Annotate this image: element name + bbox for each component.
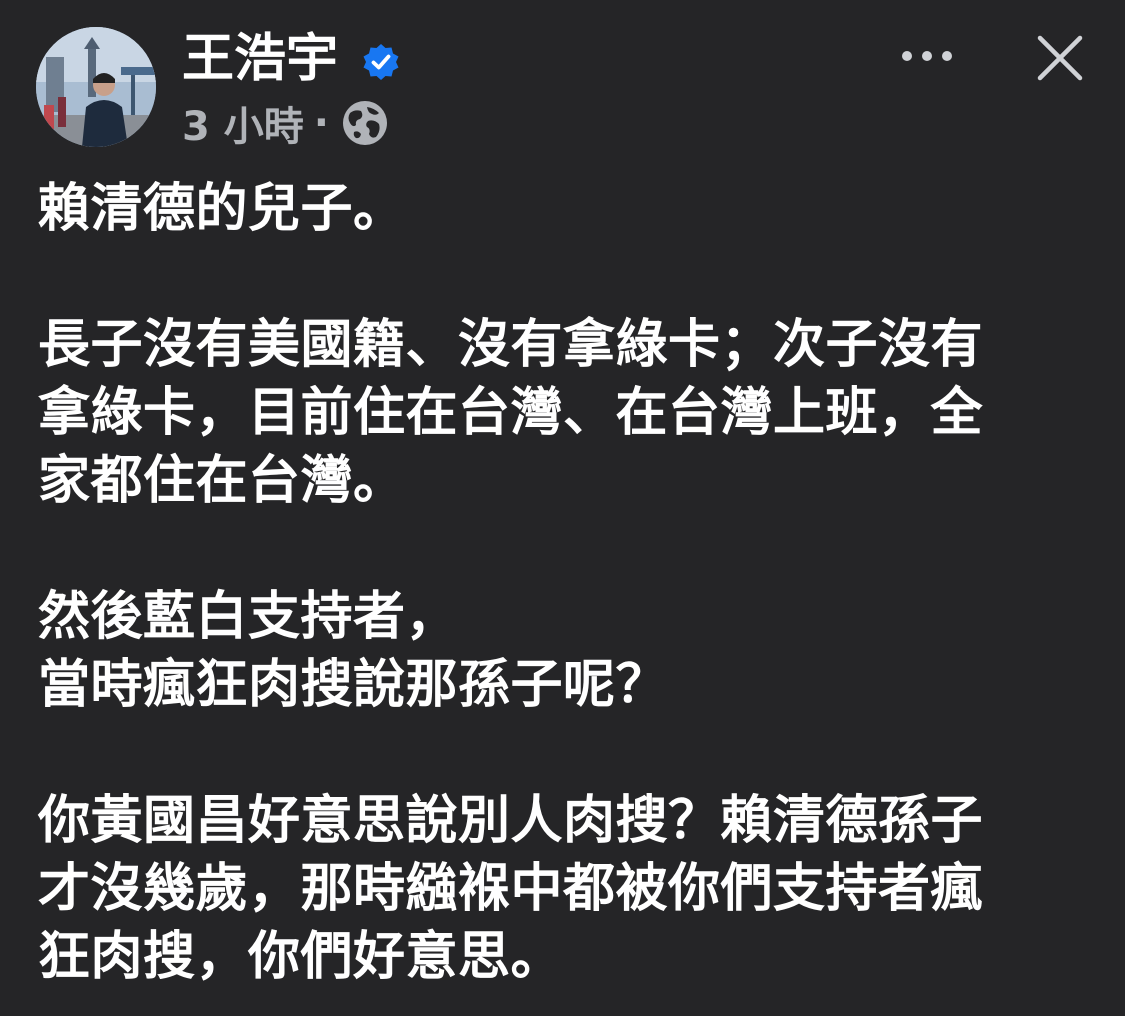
post-paragraph: 賴清德的兒子。 — [38, 179, 406, 239]
avatar-photo — [36, 27, 156, 147]
post-meta: 3 小時 · — [182, 98, 389, 150]
close-icon[interactable] — [1030, 30, 1090, 86]
post-body: 賴清德的兒子。 長子沒有美國籍、沒有拿綠卡；次子沒有 拿綠卡，目前住在台灣、在台… — [38, 175, 1078, 991]
post-paragraph: 長子沒有美國籍、沒有拿綠卡；次子沒有 拿綠卡，目前住在台灣、在台灣上班，全 家都… — [38, 315, 984, 511]
post-viewer: 王浩宇 3 小時 · 賴清德的兒子。 長子沒有美國籍、沒有拿綠卡；次子沒有 拿綠… — [0, 0, 1125, 1016]
meta-separator: · — [313, 100, 329, 146]
globe-icon[interactable] — [341, 99, 389, 147]
more-options-icon[interactable] — [895, 30, 959, 82]
author-avatar[interactable] — [36, 27, 156, 147]
post-timestamp[interactable]: 3 小時 — [182, 94, 304, 152]
author-name[interactable]: 王浩宇 — [182, 27, 338, 91]
verified-badge-icon — [363, 44, 399, 80]
post-paragraph: 然後藍白支持者， 當時瘋狂肉搜說那孫子呢？ — [38, 587, 669, 715]
post-paragraph: 你黃國昌好意思說別人肉搜？賴清德孫子 才沒幾歲，那時繈褓中都被你們支持者瘋 狂肉… — [38, 791, 984, 987]
